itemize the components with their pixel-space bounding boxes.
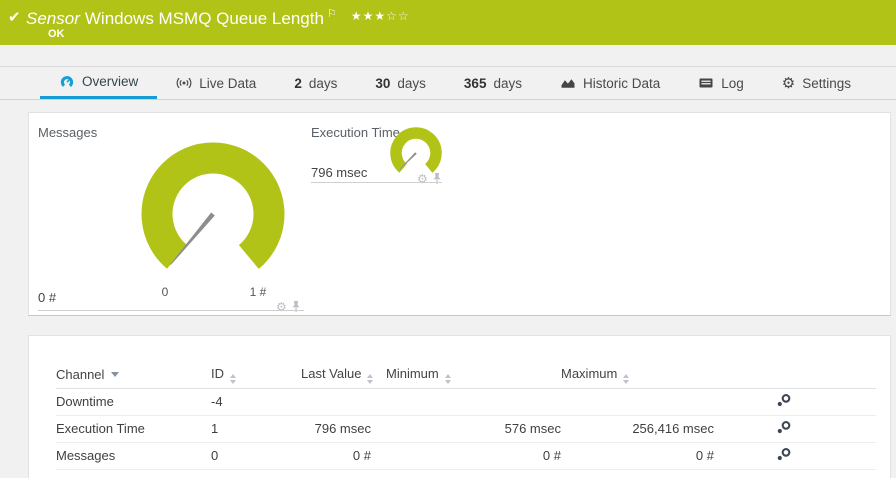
- channel-table-panel: Channel ID Last Value Minimum Maximum Do…: [28, 335, 891, 478]
- priority-stars[interactable]: ★★★☆☆: [351, 9, 410, 23]
- cell-id: 0: [211, 442, 301, 470]
- gear-icon: ⚙: [781, 73, 796, 92]
- tab-label: Overview: [82, 74, 139, 89]
- channel-settings-button[interactable]: [776, 393, 792, 410]
- stars-empty: ☆☆: [386, 9, 410, 23]
- column-header-maximum[interactable]: Maximum: [561, 362, 714, 389]
- channel-settings-button[interactable]: [776, 420, 792, 437]
- table-header-row: Channel ID Last Value Minimum Maximum: [56, 362, 876, 389]
- cell-minimum: 0 #: [386, 442, 561, 470]
- messages-gauge: [141, 142, 285, 286]
- table-row: Downtime -4: [56, 388, 876, 416]
- sensor-header: ✔ Sensor Windows MSMQ Queue Length ⚐ ★★★☆☆ …: [0, 0, 896, 45]
- stars-filled: ★★★: [350, 9, 387, 23]
- tab-2-days[interactable]: 2 days: [275, 67, 356, 99]
- sort-desc-icon: [111, 372, 120, 378]
- sort-icon: [230, 373, 236, 384]
- tab-number: 30: [375, 75, 391, 91]
- tab-label: days: [493, 75, 522, 91]
- cell-last-value: [301, 388, 386, 416]
- cell-maximum: 0 #: [561, 442, 714, 470]
- column-label: Minimum: [386, 365, 439, 381]
- tab-number: 365: [463, 75, 487, 91]
- table-row: Execution Time 1 796 msec 576 msec 256,4…: [56, 415, 876, 443]
- gears-icon: [777, 394, 791, 407]
- gauge-icon: [60, 75, 74, 88]
- column-label: ID: [211, 365, 224, 381]
- cell-channel: Execution Time: [56, 415, 211, 443]
- tab-settings[interactable]: ⚙ Settings: [763, 67, 870, 99]
- log-icon: [699, 78, 713, 88]
- flag-icon[interactable]: ⚐: [327, 7, 337, 20]
- column-header-actions: [714, 362, 876, 389]
- tab-label: days: [308, 75, 338, 91]
- status-badge: OK: [48, 28, 65, 40]
- sensor-type-label: Sensor: [26, 9, 80, 28]
- cell-last-value: 0 #: [301, 442, 386, 470]
- widget-divider: [311, 182, 442, 183]
- widget-actions: ⚙: [417, 172, 442, 185]
- column-label: Last Value: [301, 365, 362, 381]
- cell-maximum: 256,416 msec: [561, 415, 714, 443]
- pin-icon[interactable]: [291, 300, 301, 313]
- channel-settings-button[interactable]: [776, 447, 792, 464]
- tab-log[interactable]: Log: [679, 67, 763, 99]
- column-label: Channel: [56, 367, 105, 383]
- area-chart-icon: [561, 79, 575, 88]
- channel-table: Channel ID Last Value Minimum Maximum Do…: [56, 362, 876, 470]
- column-header-minimum[interactable]: Minimum: [386, 362, 561, 389]
- gauge-current-value: 0 #: [38, 290, 57, 305]
- gears-icon: [777, 421, 791, 434]
- cell-maximum: [561, 388, 714, 416]
- table-row: Messages 0 0 # 0 # 0 #: [56, 442, 876, 470]
- cell-id: -4: [211, 388, 301, 416]
- column-header-last-value[interactable]: Last Value: [301, 362, 386, 389]
- tab-label: Live Data: [199, 75, 257, 91]
- sensor-name: Windows MSMQ Queue Length: [84, 9, 324, 28]
- tab-historic-data[interactable]: Historic Data: [541, 67, 679, 99]
- tab-30-days[interactable]: 30 days: [356, 67, 445, 99]
- cell-id: 1: [211, 415, 301, 443]
- column-header-channel[interactable]: Channel: [56, 362, 211, 389]
- widget-divider: [38, 310, 304, 311]
- tab-365-days[interactable]: 365 days: [445, 67, 541, 99]
- sort-icon: [444, 373, 451, 384]
- tab-label: Settings: [802, 75, 852, 91]
- widget-actions: ⚙: [276, 300, 301, 313]
- status-check-icon: ✔: [8, 8, 21, 26]
- tab-bar: Overview Live Data 2 days 30 days 365 da…: [0, 66, 896, 100]
- gears-icon: [777, 448, 791, 461]
- sort-icon: [367, 373, 374, 384]
- gauges-panel: Messages 0 1 # 0 # ⚙ Execution Time 796 …: [28, 112, 891, 316]
- tab-label: Log: [721, 75, 744, 91]
- cell-channel: Messages: [56, 442, 211, 470]
- cell-minimum: [386, 388, 561, 416]
- tab-number: 2: [294, 75, 302, 91]
- sort-icon: [623, 373, 630, 384]
- gauge-scale-end: 1 #: [249, 285, 267, 299]
- tab-label: days: [397, 75, 426, 91]
- cell-last-value: 796 msec: [301, 415, 386, 443]
- tab-label: Historic Data: [582, 75, 661, 91]
- broadcast-icon: [176, 77, 192, 89]
- cell-minimum: 576 msec: [386, 415, 561, 443]
- pin-icon[interactable]: [432, 172, 442, 185]
- page-title: Sensor Windows MSMQ Queue Length ⚐ ★★★☆☆: [26, 7, 410, 29]
- gauge-current-value: 796 msec: [311, 165, 368, 180]
- tab-overview[interactable]: Overview: [40, 67, 158, 99]
- tab-live-data[interactable]: Live Data: [157, 67, 275, 99]
- cell-channel: Downtime: [56, 388, 211, 416]
- gauge-scale-start: 0: [161, 285, 169, 299]
- column-header-id[interactable]: ID: [211, 362, 301, 389]
- gauge-title-messages: Messages: [38, 125, 98, 140]
- column-label: Maximum: [561, 365, 618, 381]
